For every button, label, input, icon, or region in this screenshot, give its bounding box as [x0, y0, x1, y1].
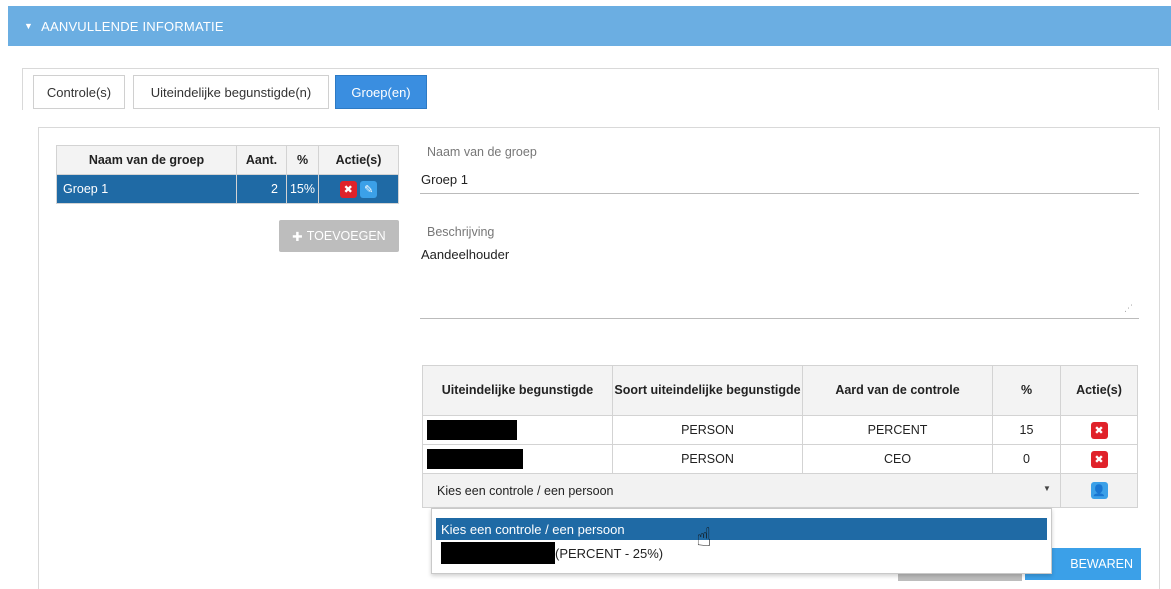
control-person-select[interactable]: Kies een controle / een persoon — [422, 473, 1061, 508]
edit-icon[interactable]: ✎ — [360, 180, 378, 198]
description-textarea[interactable]: Aandeelhouder — [421, 247, 509, 262]
group-count-cell: 2 — [236, 174, 287, 204]
col-header-percent: % — [286, 145, 319, 175]
col-header-actions: Actie(s) — [1060, 365, 1138, 416]
dropdown-caret-icon[interactable]: ▼ — [1043, 484, 1051, 493]
control-type-cell: PERCENT — [802, 415, 993, 445]
description-label: Beschrijving — [427, 225, 495, 239]
caret-down-icon: ▼ — [24, 21, 34, 31]
col-header-percent: % — [992, 365, 1061, 416]
group-name-input[interactable]: Groep 1 — [421, 172, 468, 187]
redacted-name — [427, 449, 523, 469]
redacted-name — [427, 420, 517, 440]
tab-controles[interactable]: Controle(s) — [33, 75, 125, 109]
delete-icon[interactable]: ✖ — [1090, 421, 1108, 439]
col-header-actions: Actie(s) — [318, 145, 399, 175]
group-percent-cell: 15% — [286, 174, 319, 204]
resize-grip-icon[interactable]: ⋰ — [1124, 303, 1133, 314]
dropdown-option-placeholder[interactable]: Kies een controle / een persoon — [436, 518, 1047, 540]
percent-cell: 0 — [992, 444, 1061, 474]
beneficiary-table: Uiteindelijke begunstigde Soort uiteinde… — [422, 365, 1138, 508]
tab-groepen[interactable]: Groep(en) — [335, 75, 427, 109]
beneficiary-name-cell — [422, 444, 613, 474]
add-button-label: TOEVOEGEN — [306, 229, 386, 243]
table-row[interactable]: Groep 1 2 15% ✖ ✎ — [56, 174, 399, 204]
group-name-cell: Groep 1 — [56, 174, 237, 204]
actions-cell: ✖ — [1060, 444, 1138, 474]
add-group-button[interactable]: ✚ TOEVOEGEN — [279, 220, 399, 252]
hand-cursor-icon: ☝ — [696, 522, 712, 552]
redacted-name — [441, 542, 555, 564]
section-title: AANVULLENDE INFORMATIE — [41, 18, 224, 34]
control-type-cell: CEO — [802, 444, 993, 474]
tab-uiteindelijke-begunstigden[interactable]: Uiteindelijke begunstigde(n) — [133, 75, 329, 109]
group-name-underline — [420, 193, 1139, 194]
table-row: PERSON PERCENT 15 ✖ — [422, 415, 1138, 445]
description-underline — [420, 318, 1139, 319]
group-actions-cell: ✖ ✎ — [318, 174, 399, 204]
col-header-beneficiary: Uiteindelijke begunstigde — [422, 365, 613, 416]
actions-cell: 👤 — [1060, 473, 1138, 508]
percent-cell: 15 — [992, 415, 1061, 445]
delete-icon[interactable]: ✖ — [339, 180, 357, 198]
beneficiary-type-cell: PERSON — [612, 444, 803, 474]
table-row: PERSON CEO 0 ✖ — [422, 444, 1138, 474]
beneficiary-name-cell — [422, 415, 613, 445]
actions-cell: ✖ — [1060, 415, 1138, 445]
group-name-label: Naam van de groep — [427, 145, 537, 159]
plus-icon: ✚ — [292, 229, 303, 244]
select-row: Kies een controle / een persoon 👤 — [422, 473, 1138, 508]
group-table: Naam van de groep Aant. % Actie(s) Groep… — [56, 145, 399, 204]
col-header-beneficiary-type: Soort uiteindelijke begunstigde — [612, 365, 803, 416]
section-header[interactable]: ▼ AANVULLENDE INFORMATIE — [8, 6, 1171, 46]
dropdown-option-person[interactable]: (PERCENT - 25%) — [436, 541, 1047, 565]
select-dropdown: Kies een controle / een persoon (PERCENT… — [431, 508, 1052, 574]
col-header-count: Aant. — [236, 145, 287, 175]
add-person-icon[interactable]: 👤 — [1090, 482, 1108, 499]
tabs-panel: Controle(s) Uiteindelijke begunstigde(n)… — [22, 68, 1159, 110]
beneficiary-type-cell: PERSON — [612, 415, 803, 445]
col-header-group-name: Naam van de groep — [56, 145, 237, 175]
delete-icon[interactable]: ✖ — [1090, 450, 1108, 468]
option-detail: (PERCENT - 25%) — [555, 545, 664, 561]
col-header-control-type: Aard van de controle — [802, 365, 993, 416]
